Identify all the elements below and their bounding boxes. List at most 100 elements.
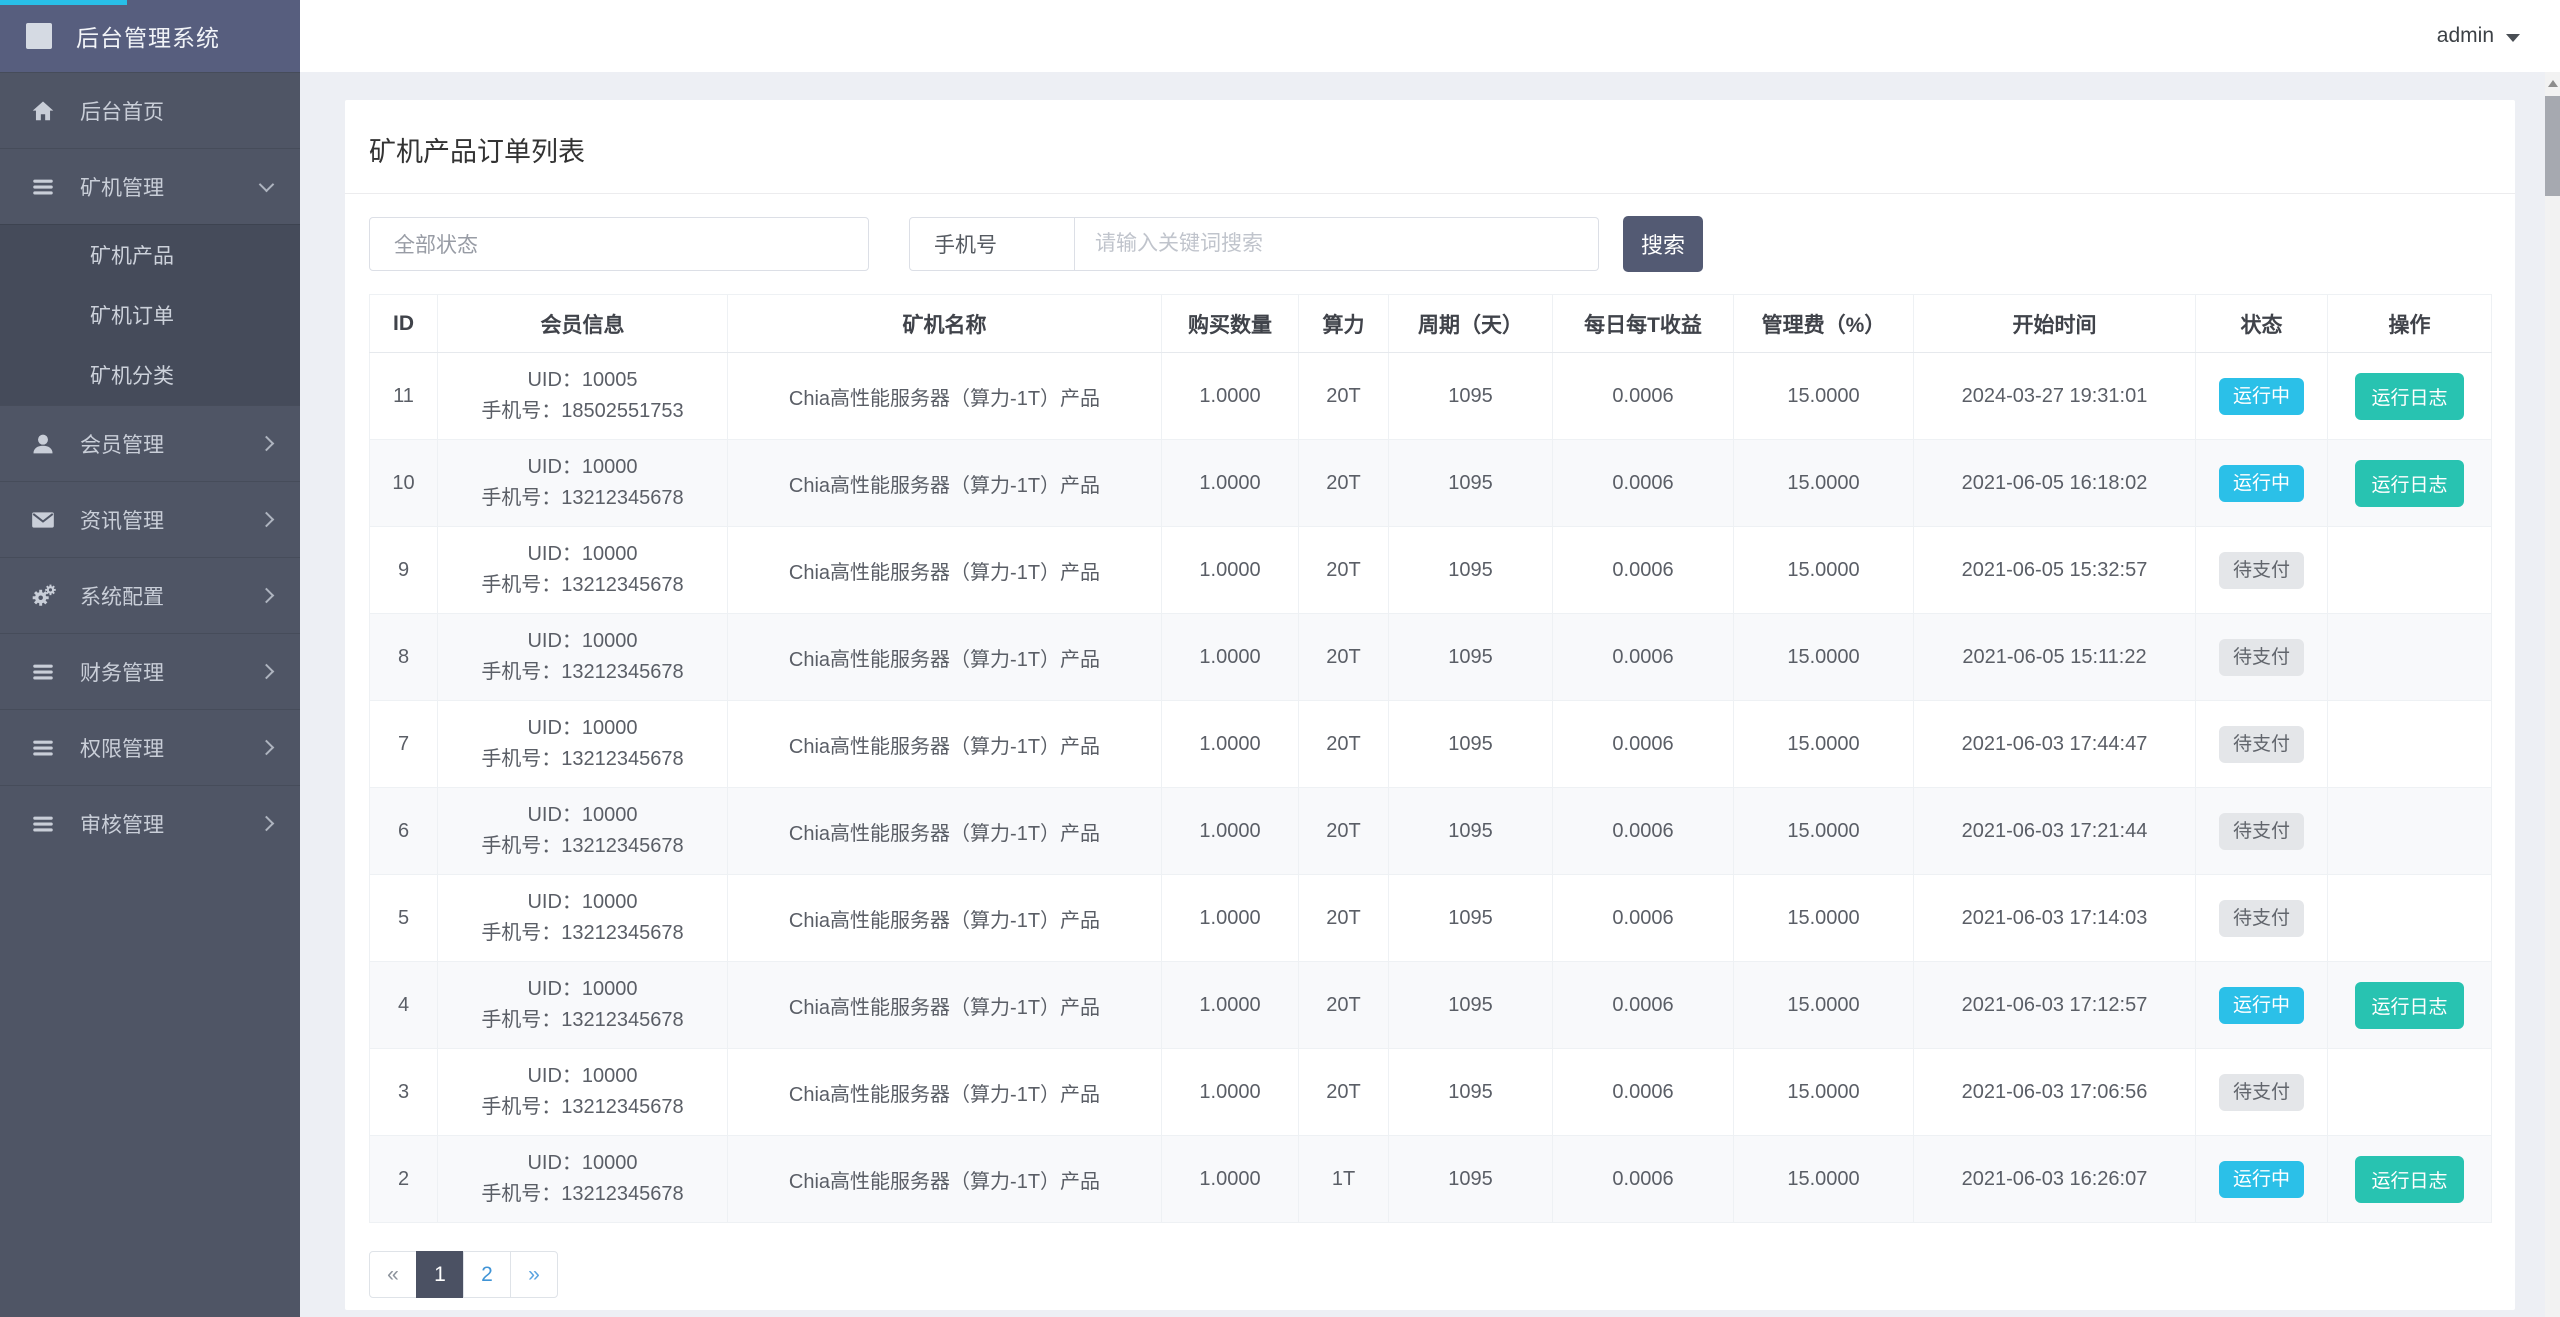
- period-days: 1095: [1389, 875, 1553, 962]
- action-cell: [2328, 875, 2492, 962]
- purchase-quantity: 1.0000: [1162, 527, 1299, 614]
- table-row: 3UID：10000手机号：13212345678Chia高性能服务器（算力-1…: [370, 1049, 2492, 1136]
- member-uid: UID：10000: [438, 1061, 727, 1092]
- search-button[interactable]: 搜索: [1623, 216, 1703, 272]
- start-time: 2021-06-03 17:21:44: [1914, 788, 2196, 875]
- table-row: 7UID：10000手机号：13212345678Chia高性能服务器（算力-1…: [370, 701, 2492, 788]
- product-name: Chia高性能服务器（算力-1T）产品: [728, 701, 1162, 788]
- app-brand: 后台管理系统: [0, 0, 300, 72]
- chevron-right-icon: [261, 514, 272, 525]
- sidebar-item-财务管理[interactable]: 财务管理: [0, 633, 300, 709]
- status-badge-pending: 待支付: [2219, 813, 2304, 850]
- purchase-quantity: 1.0000: [1162, 875, 1299, 962]
- sidebar-item-label: 系统配置: [80, 581, 164, 611]
- member-phone: 手机号：13212345678: [438, 570, 727, 601]
- run-log-button[interactable]: 运行日志: [2355, 1156, 2463, 1203]
- start-time: 2021-06-03 17:06:56: [1914, 1049, 2196, 1136]
- search-field-select[interactable]: 手机号: [909, 217, 1075, 271]
- period-days: 1095: [1389, 788, 1553, 875]
- bars-icon: [28, 811, 58, 837]
- member-info: UID：10000手机号：13212345678: [438, 875, 728, 962]
- table-row: 9UID：10000手机号：13212345678Chia高性能服务器（算力-1…: [370, 527, 2492, 614]
- status-select-value: 全部状态: [394, 229, 478, 259]
- pagination-page-1[interactable]: 1: [416, 1251, 464, 1298]
- sidebar-item-权限管理[interactable]: 权限管理: [0, 709, 300, 785]
- scrollbar-thumb[interactable]: [2545, 96, 2560, 196]
- action-cell: 运行日志: [2328, 353, 2492, 440]
- daily-income: 0.0006: [1553, 353, 1734, 440]
- manage-fee: 15.0000: [1734, 527, 1914, 614]
- member-phone: 手机号：13212345678: [438, 831, 727, 862]
- sidebar-item-后台首页[interactable]: 后台首页: [0, 72, 300, 148]
- pagination-prev[interactable]: «: [369, 1251, 417, 1298]
- daily-income: 0.0006: [1553, 701, 1734, 788]
- manage-fee: 15.0000: [1734, 614, 1914, 701]
- sidebar-item-系统配置[interactable]: 系统配置: [0, 557, 300, 633]
- hashrate: 20T: [1299, 527, 1389, 614]
- run-log-button[interactable]: 运行日志: [2355, 460, 2463, 507]
- card-divider: [345, 193, 2515, 194]
- member-phone: 手机号：13212345678: [438, 918, 727, 949]
- period-days: 1095: [1389, 1136, 1553, 1223]
- pagination-page-2[interactable]: 2: [463, 1251, 511, 1298]
- user-dropdown[interactable]: admin: [2437, 24, 2520, 48]
- sidebar-subitem-矿机分类[interactable]: 矿机分类: [0, 345, 300, 405]
- scrollbar[interactable]: [2545, 72, 2560, 1317]
- member-phone: 手机号：13212345678: [438, 744, 727, 775]
- status-select[interactable]: 全部状态: [369, 217, 869, 271]
- member-phone: 手机号：13212345678: [438, 657, 727, 688]
- column-header: 管理费（%）: [1734, 295, 1914, 353]
- sidebar-item-会员管理[interactable]: 会员管理: [0, 405, 300, 481]
- chevron-right-icon: [261, 742, 272, 753]
- start-time: 2021-06-03 17:14:03: [1914, 875, 2196, 962]
- member-info: UID：10000手机号：13212345678: [438, 440, 728, 527]
- status-badge-pending: 待支付: [2219, 639, 2304, 676]
- hashrate: 20T: [1299, 701, 1389, 788]
- pagination-next[interactable]: »: [510, 1251, 558, 1298]
- sidebar-item-资讯管理[interactable]: 资讯管理: [0, 481, 300, 557]
- orders-table: ID会员信息矿机名称购买数量算力周期（天）每日每T收益管理费（%）开始时间状态操…: [369, 294, 2492, 1223]
- filter-bar: 全部状态 手机号 搜索: [369, 216, 2491, 272]
- status-badge-pending: 待支付: [2219, 552, 2304, 589]
- manage-fee: 15.0000: [1734, 1136, 1914, 1223]
- table-header-row: ID会员信息矿机名称购买数量算力周期（天）每日每T收益管理费（%）开始时间状态操…: [370, 295, 2492, 353]
- member-uid: UID：10000: [438, 452, 727, 483]
- sidebar-item-label: 审核管理: [80, 809, 164, 839]
- manage-fee: 15.0000: [1734, 1049, 1914, 1136]
- member-uid: UID：10000: [438, 713, 727, 744]
- member-info: UID：10000手机号：13212345678: [438, 527, 728, 614]
- page-title: 矿机产品订单列表: [345, 100, 2515, 193]
- order-id: 9: [370, 527, 438, 614]
- product-name: Chia高性能服务器（算力-1T）产品: [728, 353, 1162, 440]
- search-input-group: 手机号: [909, 217, 1599, 271]
- sidebar-subitem-矿机订单[interactable]: 矿机订单: [0, 285, 300, 345]
- sidebar-item-矿机管理[interactable]: 矿机管理: [0, 148, 300, 224]
- member-info: UID：10005手机号：18502551753: [438, 353, 728, 440]
- member-uid: UID：10000: [438, 539, 727, 570]
- column-header: 会员信息: [438, 295, 728, 353]
- hashrate: 20T: [1299, 614, 1389, 701]
- status-badge-running: 运行中: [2219, 987, 2304, 1024]
- keyword-input[interactable]: [1075, 217, 1599, 271]
- product-name: Chia高性能服务器（算力-1T）产品: [728, 875, 1162, 962]
- start-time: 2021-06-05 15:32:57: [1914, 527, 2196, 614]
- scroll-up-icon[interactable]: [2545, 72, 2560, 94]
- status-cell: 运行中: [2196, 440, 2328, 527]
- order-id: 2: [370, 1136, 438, 1223]
- run-log-button[interactable]: 运行日志: [2355, 373, 2463, 420]
- run-log-button[interactable]: 运行日志: [2355, 982, 2463, 1029]
- status-badge-running: 运行中: [2219, 378, 2304, 415]
- sidebar-item-label: 矿机管理: [80, 172, 164, 202]
- submenu-矿机管理: 矿机产品矿机订单矿机分类: [0, 224, 300, 405]
- purchase-quantity: 1.0000: [1162, 962, 1299, 1049]
- start-time: 2021-06-03 16:26:07: [1914, 1136, 2196, 1223]
- gears-icon: [28, 582, 58, 609]
- sidebar-subitem-矿机产品[interactable]: 矿机产品: [0, 225, 300, 285]
- daily-income: 0.0006: [1553, 440, 1734, 527]
- sidebar-item-label: 资讯管理: [80, 505, 164, 535]
- column-header: 每日每T收益: [1553, 295, 1734, 353]
- daily-income: 0.0006: [1553, 788, 1734, 875]
- sidebar-item-审核管理[interactable]: 审核管理: [0, 785, 300, 861]
- pagination: «12»: [369, 1251, 2515, 1298]
- order-id: 5: [370, 875, 438, 962]
